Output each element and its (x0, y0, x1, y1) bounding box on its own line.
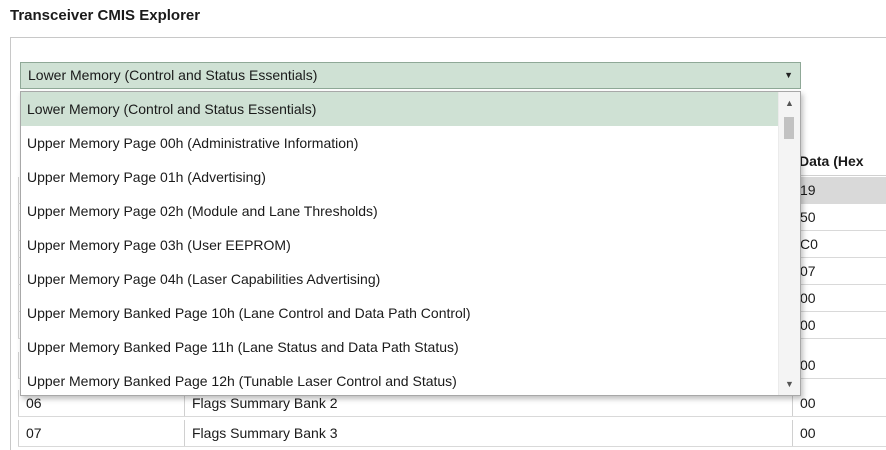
column-header-data-hex[interactable]: Data (Hex (792, 147, 886, 176)
dropdown-option-page-01h[interactable]: Upper Memory Page 01h (Advertising) (21, 160, 778, 194)
cell-offset: 07 (18, 420, 184, 446)
dropdown-option-page-04h[interactable]: Upper Memory Page 04h (Laser Capabilitie… (21, 262, 778, 296)
dropdown-option-page-02h[interactable]: Upper Memory Page 02h (Module and Lane T… (21, 194, 778, 228)
scroll-down-arrow-icon[interactable]: ▼ (779, 375, 800, 393)
app-title: Transceiver CMIS Explorer (10, 7, 201, 24)
table-row[interactable]: 07 Flags Summary Bank 3 00 (18, 420, 886, 447)
dropdown-options: Lower Memory (Control and Status Essenti… (21, 92, 778, 395)
cell-data-hex[interactable]: C0 (792, 231, 886, 257)
dropdown-option-page-03h[interactable]: Upper Memory Page 03h (User EEPROM) (21, 228, 778, 262)
cell-data-hex[interactable]: 07 (792, 258, 886, 284)
memory-page-select[interactable]: Lower Memory (Control and Status Essenti… (20, 62, 801, 89)
dropdown-scrollbar[interactable]: ▲ ▼ (778, 92, 800, 395)
dropdown-option-banked-page-10h[interactable]: Upper Memory Banked Page 10h (Lane Contr… (21, 296, 778, 330)
dropdown-option-banked-page-12h[interactable]: Upper Memory Banked Page 12h (Tunable La… (21, 364, 778, 395)
memory-page-dropdown-list[interactable]: Lower Memory (Control and Status Essenti… (20, 91, 801, 396)
transceiver-cmis-explorer-window: Transceiver CMIS Explorer Data (Hex 19 5… (0, 0, 886, 450)
cell-name: Flags Summary Bank 3 (184, 420, 792, 446)
cell-data-hex[interactable]: 00 (792, 390, 886, 416)
cell-data-hex[interactable]: 00 (792, 420, 886, 446)
chevron-down-icon[interactable]: ▼ (784, 63, 793, 88)
cell-data-hex[interactable]: 00 (792, 312, 886, 338)
dropdown-option-page-00h[interactable]: Upper Memory Page 00h (Administrative In… (21, 126, 778, 160)
scroll-up-arrow-icon[interactable]: ▲ (779, 94, 800, 112)
dropdown-option-lower-memory[interactable]: Lower Memory (Control and Status Essenti… (21, 92, 778, 126)
cell-data-hex[interactable]: 50 (792, 204, 886, 230)
cell-data-hex[interactable]: 00 (792, 352, 886, 378)
cell-data-hex[interactable]: 19 (792, 177, 886, 203)
cell-data-hex[interactable]: 00 (792, 285, 886, 311)
scrollbar-thumb[interactable] (784, 117, 794, 139)
memory-page-select-value: Lower Memory (Control and Status Essenti… (28, 67, 318, 83)
dropdown-option-banked-page-11h[interactable]: Upper Memory Banked Page 11h (Lane Statu… (21, 330, 778, 364)
